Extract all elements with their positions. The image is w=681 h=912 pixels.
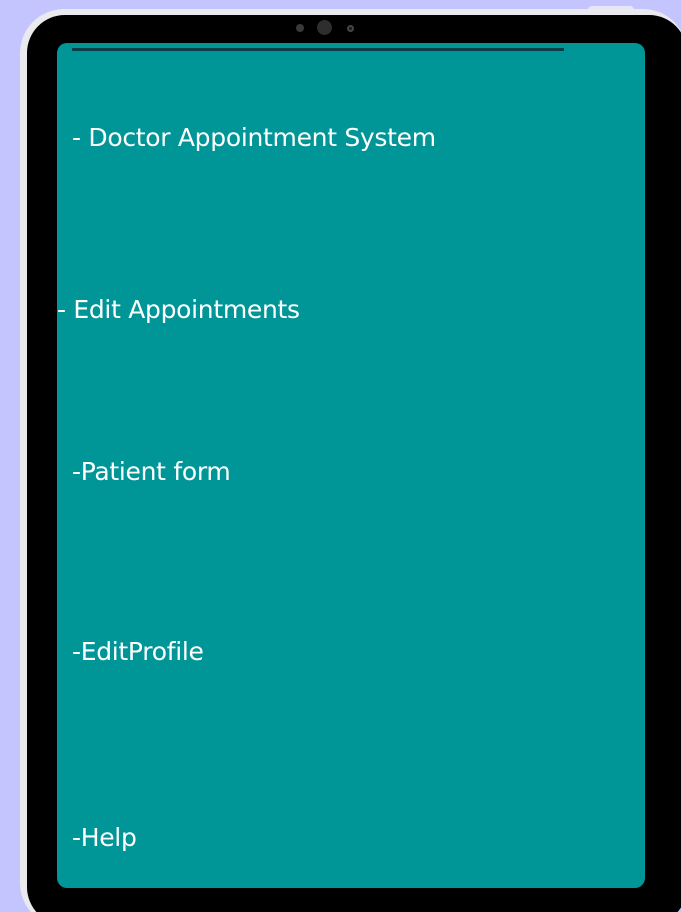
menu-item-edit-profile[interactable]: -EditProfile: [72, 637, 204, 667]
top-divider: [72, 48, 564, 51]
sensor-icon: [296, 24, 304, 32]
page: - Doctor Appointment System - Edit Appoi…: [0, 0, 681, 912]
menu-item-patient-form[interactable]: -Patient form: [72, 457, 231, 487]
lens-icon: [347, 25, 354, 32]
menu-item-doctor-appointment-system[interactable]: - Doctor Appointment System: [72, 123, 436, 153]
menu-item-edit-appointments[interactable]: - Edit Appointments: [57, 295, 300, 325]
camera-icon: [317, 20, 332, 35]
menu-item-help[interactable]: -Help: [72, 823, 137, 853]
app-screen: - Doctor Appointment System - Edit Appoi…: [57, 43, 645, 888]
